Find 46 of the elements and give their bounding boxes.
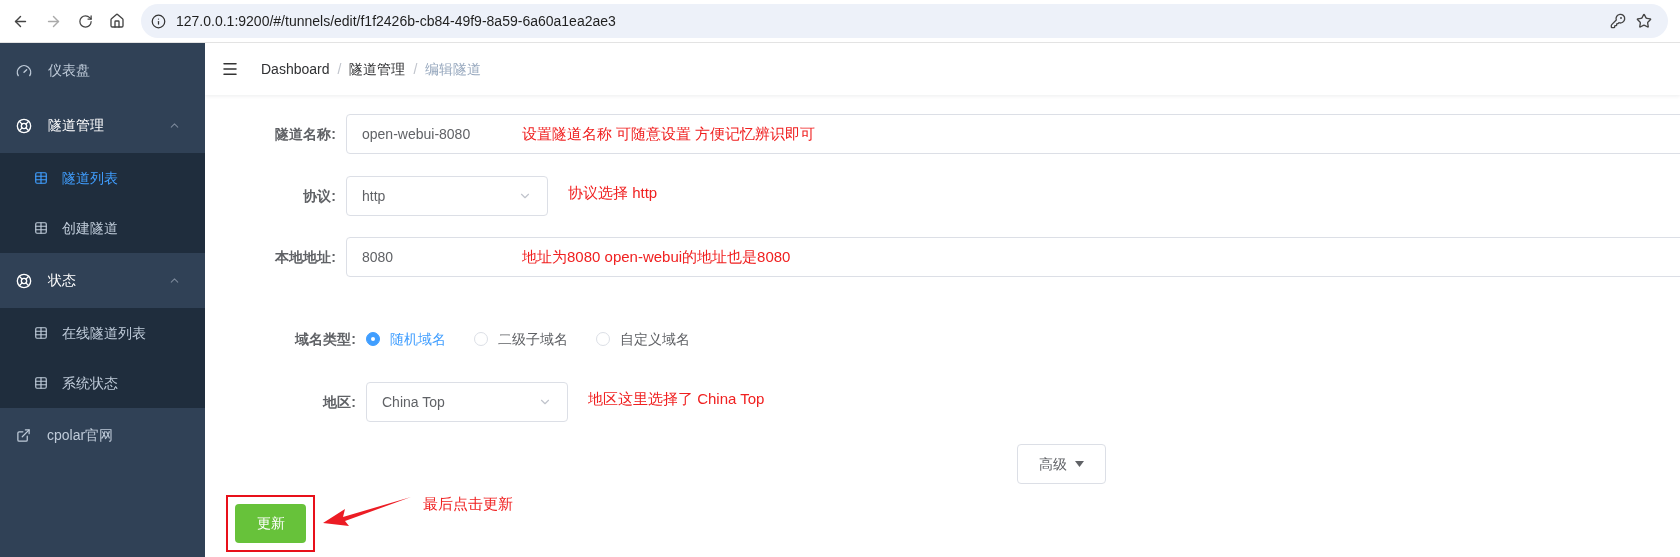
submenu-item[interactable]: 在线隧道列表 — [0, 308, 205, 358]
menu-icon[interactable] — [221, 60, 239, 78]
field-label: 地区: — [321, 392, 357, 412]
info-icon — [151, 13, 166, 29]
annotation-text: 协议选择 http — [568, 182, 658, 203]
text-input[interactable]: 8080 地址为8080 open-webui的地址也是8080 — [346, 237, 1680, 277]
select-field[interactable]: http — [346, 176, 548, 216]
table-icon — [34, 171, 48, 185]
lifebuoy-icon — [16, 117, 32, 134]
annotation-text: 地区这里选择了 China Top — [588, 388, 765, 409]
caret-down-icon — [1075, 461, 1084, 467]
radio-option[interactable]: 二级子域名 — [474, 328, 568, 350]
breadcrumb-item[interactable]: Dashboard — [261, 58, 330, 80]
table-icon — [34, 376, 48, 390]
breadcrumb-separator: / — [337, 59, 342, 79]
select-field[interactable]: China Top — [366, 382, 568, 422]
advanced-button[interactable]: 高级 — [1017, 444, 1106, 484]
field-label: 隧道名称: — [274, 124, 337, 144]
breadcrumb-separator: / — [413, 59, 418, 79]
home-icon[interactable] — [109, 13, 125, 29]
annotation-text: 设置隧道名称 可随意设置 方便记忆辨识即可 — [522, 123, 816, 144]
submenu-item[interactable]: 创建隧道 — [0, 203, 205, 253]
submenu-item[interactable]: 系统状态 — [0, 358, 205, 408]
field-label: 协议: — [302, 186, 337, 206]
breadcrumb-item[interactable]: 隧道管理 — [349, 58, 406, 80]
submenu-item[interactable]: 隧道列表 — [0, 153, 205, 203]
address-bar[interactable]: 127.0.0.1:9200/#/tunnels/edit/f1f2426b-cb84-49f9-8a59-6a60a1ea2ae3 — [141, 4, 1668, 38]
reload-icon[interactable] — [78, 13, 93, 29]
annotation-text: 最后点击更新 — [423, 494, 513, 514]
key-icon[interactable] — [1610, 13, 1626, 29]
sidebar-item[interactable]: cpolar官网 — [0, 408, 205, 463]
radio-option[interactable]: 自定义域名 — [596, 328, 690, 350]
field-label: 域名类型: — [293, 329, 357, 349]
table-icon — [34, 221, 48, 235]
bookmark-star-icon[interactable] — [1636, 13, 1652, 29]
lifebuoy-icon — [16, 272, 32, 289]
breadcrumb-item: 编辑隧道 — [425, 59, 482, 79]
text-input[interactable]: open-webui-8080 设置隧道名称 可随意设置 方便记忆辨识即可 — [346, 114, 1680, 154]
sidebar-item[interactable]: 状态 — [0, 253, 205, 308]
sidebar-item[interactable]: 隧道管理 — [0, 98, 205, 153]
sidebar-item[interactable]: 仪表盘 — [0, 43, 205, 98]
field-label: 本地地址: — [274, 247, 337, 267]
table-icon — [34, 326, 48, 340]
external-link-icon — [16, 428, 31, 443]
annotation-text: 地址为8080 open-webui的地址也是8080 — [522, 246, 791, 267]
gauge-icon — [16, 62, 32, 79]
